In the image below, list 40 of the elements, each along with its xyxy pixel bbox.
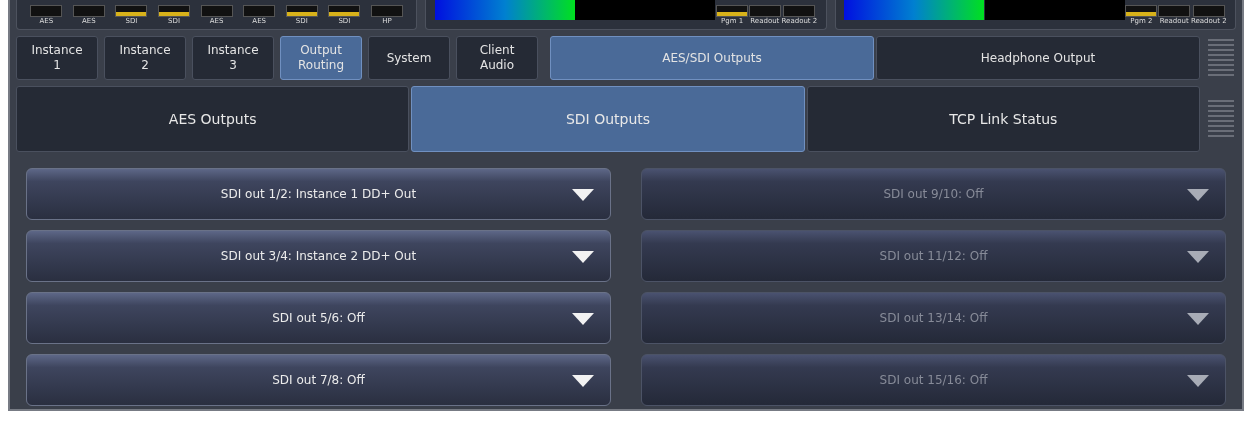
level-meter xyxy=(285,5,318,17)
level-meter xyxy=(115,5,148,17)
caret-icon xyxy=(572,375,594,387)
dropdown[interactable]: SDI out 3/4: Instance 2 DD+ Out xyxy=(26,230,611,282)
dropdown[interactable]: SDI out 1/2: Instance 1 DD+ Out xyxy=(26,168,611,220)
caret-icon xyxy=(1187,375,1209,387)
level-meter xyxy=(328,5,361,17)
caret-icon xyxy=(1187,251,1209,263)
caret-icon xyxy=(572,251,594,263)
level-meter xyxy=(158,5,190,17)
tab[interactable]: Output Routing xyxy=(280,36,362,80)
caret-icon xyxy=(1187,189,1209,201)
level-meter xyxy=(370,5,403,17)
caret-icon xyxy=(572,189,594,201)
tab[interactable]: Headphone Output xyxy=(876,36,1200,80)
dropdown[interactable]: SDI out 7/8: Off xyxy=(26,354,611,406)
tab[interactable]: TCP Link Status xyxy=(806,86,1200,152)
tab[interactable]: Instance 3 xyxy=(192,36,274,80)
tab[interactable]: SDI Outputs xyxy=(411,86,805,152)
readout-box xyxy=(748,5,781,17)
level-meter xyxy=(30,5,63,17)
readout-box xyxy=(1158,5,1191,17)
caret-icon xyxy=(572,313,594,325)
tab[interactable]: Client Audio xyxy=(456,36,538,80)
dropdown[interactable]: SDI out 5/6: Off xyxy=(26,292,611,344)
tab[interactable]: System xyxy=(368,36,450,80)
grip-icon[interactable] xyxy=(1206,99,1236,139)
level-meter xyxy=(200,5,233,17)
level-meter xyxy=(72,5,105,17)
grip-icon[interactable] xyxy=(1206,38,1236,78)
tab[interactable]: Instance 2 xyxy=(104,36,186,80)
tab[interactable]: AES/SDI Outputs xyxy=(550,36,874,80)
readout-box xyxy=(716,5,749,17)
level-meter xyxy=(243,5,276,17)
readout-box xyxy=(783,5,816,17)
tab[interactable]: AES Outputs xyxy=(16,86,410,152)
tab[interactable]: Instance 1 xyxy=(16,36,98,80)
caret-icon xyxy=(1187,313,1209,325)
readout-box xyxy=(1192,5,1225,17)
readout-box xyxy=(1125,5,1158,17)
